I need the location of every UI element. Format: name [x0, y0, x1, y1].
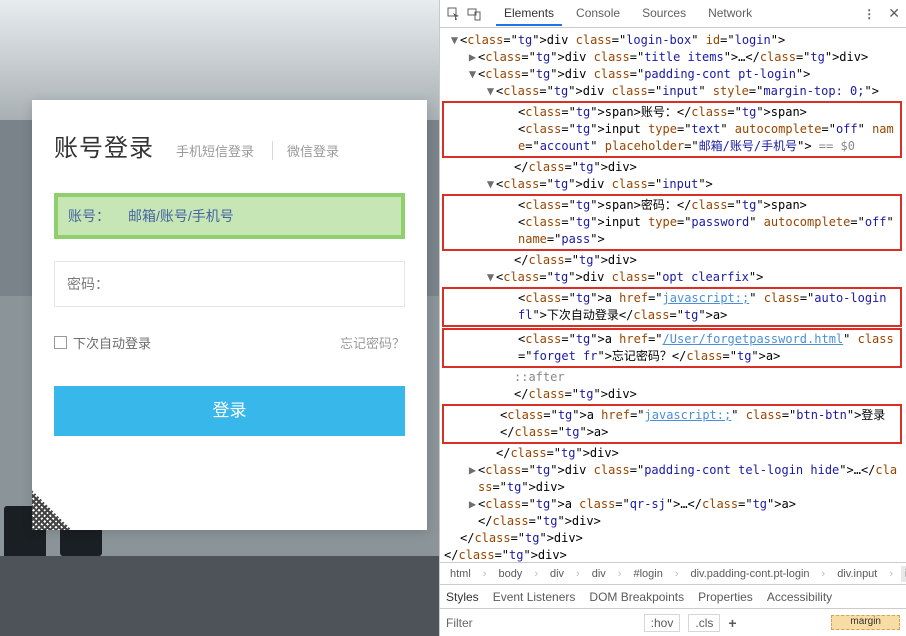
devtools-close-icon[interactable]: ✕ — [888, 5, 900, 22]
account-field-row: 账号： — [54, 193, 405, 239]
box-model-margin: margin — [831, 615, 900, 630]
filter-input[interactable] — [481, 615, 636, 630]
filter-label: Filter — [446, 616, 473, 630]
tab-sources[interactable]: Sources — [634, 2, 694, 26]
login-options: 下次自动登录 忘记密码？ — [54, 333, 405, 352]
account-input[interactable] — [128, 208, 391, 224]
hov-toggle[interactable]: :hov — [644, 614, 681, 632]
tab-sms-login[interactable]: 手机短信登录 — [176, 141, 254, 160]
highlighted-node-pass: <class="tg">span>密码：</class="tg">span> <… — [442, 194, 902, 251]
highlighted-node-forget: <class="tg">a href="/User/forgetpassword… — [442, 328, 902, 368]
cls-toggle[interactable]: .cls — [688, 614, 720, 632]
login-box: 账号登录 手机短信登录 微信登录 账号： 密码： 下次自动登录 忘记密码？ 登录 — [32, 100, 427, 530]
subtab-accessibility[interactable]: Accessibility — [767, 590, 832, 604]
forgot-password-link[interactable]: 忘记密码？ — [340, 333, 405, 352]
new-rule-button[interactable]: + — [728, 615, 736, 631]
devtools-tab-strip: Elements Console Sources Network — [496, 2, 760, 26]
checkbox-icon — [54, 336, 67, 349]
subtab-event-listeners[interactable]: Event Listeners — [493, 590, 576, 604]
subtab-dom-breakpoints[interactable]: DOM Breakpoints — [589, 590, 684, 604]
page-viewport: 账号登录 手机短信登录 微信登录 账号： 密码： 下次自动登录 忘记密码？ 登录 — [0, 0, 439, 636]
auto-login-label: 下次自动登录 — [73, 333, 151, 352]
tab-network[interactable]: Network — [700, 2, 760, 26]
breadcrumb[interactable]: html› body› div› div› #login› div.paddin… — [440, 562, 906, 584]
devtools-toolbar: Elements Console Sources Network ⋮ ✕ — [440, 0, 906, 28]
styles-filter-bar: Filter :hov .cls + margin — [440, 608, 906, 636]
devtools-more-icon[interactable]: ⋮ — [863, 7, 876, 21]
tab-console[interactable]: Console — [568, 2, 628, 26]
styles-tab-strip: Styles Event Listeners DOM Breakpoints P… — [440, 584, 906, 608]
subtab-styles[interactable]: Styles — [446, 590, 479, 604]
devtools-panel: Elements Console Sources Network ⋮ ✕ ▼<c… — [439, 0, 906, 636]
password-field-row: 密码： — [54, 261, 405, 307]
login-title-row: 账号登录 手机短信登录 微信登录 — [54, 128, 405, 163]
password-input[interactable] — [127, 276, 392, 292]
elements-tree[interactable]: ▼<class="tg">div class="login-box" id="l… — [440, 28, 906, 562]
qr-login-corner[interactable] — [32, 474, 88, 530]
tab-elements[interactable]: Elements — [496, 2, 562, 26]
login-form: 账号： 密码： 下次自动登录 忘记密码？ 登录 — [54, 193, 405, 436]
auto-login-toggle[interactable]: 下次自动登录 — [54, 333, 151, 352]
login-title: 账号登录 — [54, 128, 154, 163]
account-label: 账号： — [68, 206, 128, 226]
password-label: 密码： — [67, 274, 127, 294]
subtab-properties[interactable]: Properties — [698, 590, 753, 604]
highlighted-node-auto: <class="tg">a href="javascript:;" class=… — [442, 287, 902, 327]
login-submit-button[interactable]: 登录 — [54, 386, 405, 436]
inspect-icon[interactable] — [446, 6, 462, 22]
highlighted-node-btn: <class="tg">a href="javascript:;" class=… — [442, 404, 902, 444]
tab-wechat-login[interactable]: 微信登录 — [272, 141, 339, 160]
device-toggle-icon[interactable] — [466, 6, 482, 22]
highlighted-node-account: <class="tg">span>账号：</class="tg">span> <… — [442, 101, 902, 158]
